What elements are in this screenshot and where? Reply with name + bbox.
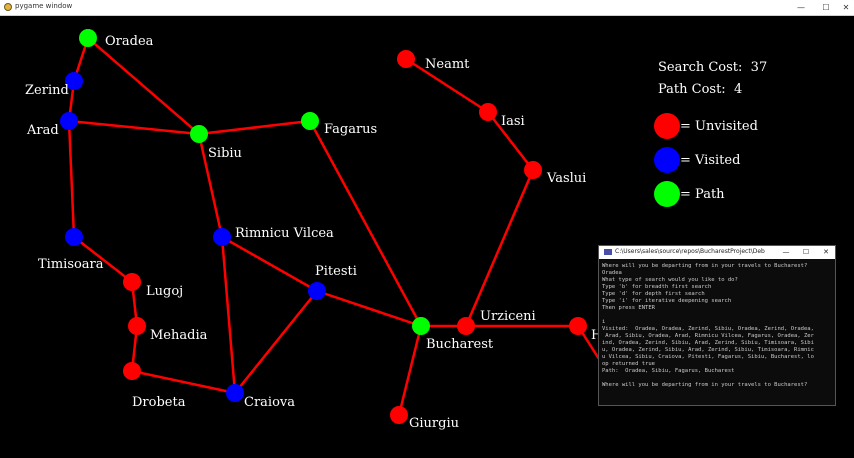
console-title: C:\Users\sales\source\repos\BucharestPro… (615, 248, 765, 255)
node-label-mehadia: Mehadia (150, 328, 208, 343)
console-line: u, Oradea, Zerind, Sibiu, Arad, Zerind, … (602, 347, 814, 353)
console-line: i (602, 319, 606, 325)
console-line: op returned true (602, 361, 655, 367)
node-oradea[interactable] (79, 29, 97, 47)
node-label-pitesti: Pitesti (315, 264, 357, 279)
node-arad[interactable] (60, 112, 78, 130)
node-label-lugoj: Lugoj (146, 284, 183, 299)
console-output[interactable]: Where will you be departing from in your… (602, 263, 834, 405)
console-window[interactable]: C:\Users\sales\source\repos\BucharestPro… (598, 245, 836, 406)
console-line: Arad, Sibiu, Oradea, Arad, Rimnicu Vilce… (602, 333, 814, 339)
edge-arad-timisoara (67, 120, 76, 238)
legend-path-label: = Path (680, 187, 725, 202)
node-label-oradea: Oradea (105, 34, 154, 49)
edge-urziceni-vaslui (464, 169, 535, 327)
legend-path-dot (654, 181, 680, 207)
node-label-neamt: Neamt (425, 57, 470, 72)
console-line: Path: Oradea, Sibiu, Fagarus, Bucharest (602, 368, 735, 374)
edge-sibiu-fagarus (198, 119, 311, 136)
close-button[interactable]: ✕ (832, 0, 854, 15)
console-line: Type 'i' for iterative deepening search (602, 298, 732, 304)
node-vaslui[interactable] (524, 161, 542, 179)
console-line: ind, Oradea, Zerind, Sibiu, Arad, Zerind… (602, 340, 814, 346)
node-label-rimnicu-vilcea: Rimnicu Vilcea (235, 226, 334, 241)
node-label-giurgiu: Giurgiu (409, 416, 459, 431)
console-minimize-button[interactable]: — (777, 246, 795, 259)
node-mehadia[interactable] (128, 317, 146, 335)
console-line: Then press ENTER (602, 305, 655, 311)
edge-bucharest-giurgiu (397, 325, 423, 416)
node-sibiu[interactable] (190, 125, 208, 143)
legend-visited-label: = Visited (680, 153, 741, 168)
edge-craiova-rimnicu-vilcea (220, 236, 237, 394)
console-titlebar: C:\Users\sales\source\repos\BucharestPro… (599, 246, 835, 259)
legend-unvisited-dot (654, 113, 680, 139)
node-neamt[interactable] (397, 50, 415, 68)
node-timisoara[interactable] (65, 228, 83, 246)
path-cost-readout: Path Cost: 4 (658, 82, 742, 97)
node-label-drobeta: Drobeta (132, 395, 186, 410)
node-label-arad: Arad (26, 123, 59, 138)
node-rimnicu-vilcea[interactable] (213, 228, 231, 246)
node-label-bucharest: Bucharest (426, 337, 494, 352)
node-label-sibiu: Sibiu (208, 146, 242, 161)
node-pitesti[interactable] (308, 282, 326, 300)
legend-visited-dot (654, 147, 680, 173)
node-giurgiu[interactable] (390, 406, 408, 424)
edge-drobeta-craiova (131, 369, 236, 395)
console-line: What type of search would you like to do… (602, 277, 738, 283)
search-cost-readout: Search Cost: 37 (658, 60, 767, 75)
search-cost-value: 37 (750, 60, 768, 75)
node-iasi[interactable] (479, 103, 497, 121)
node-label-urziceni: Urziceni (480, 309, 536, 324)
pygame-icon (4, 3, 12, 11)
console-line: Oradea (602, 270, 622, 276)
node-label-iasi: Iasi (501, 114, 525, 129)
window-title: pygame window (15, 2, 73, 10)
edge-rimnicu-vilcea-pitesti (221, 235, 318, 293)
node-bucharest[interactable] (412, 317, 430, 335)
path-cost-value: 4 (733, 82, 743, 97)
edge-arad-sibiu (68, 119, 200, 136)
node-fagarus[interactable] (301, 112, 319, 130)
node-craiova[interactable] (226, 384, 244, 402)
console-line: Where will you be departing from in your… (602, 263, 808, 269)
node-hirsova[interactable] (569, 317, 587, 335)
edge-craiova-pitesti (234, 290, 318, 394)
console-line: Type 'b' for breadth first search (602, 284, 712, 290)
node-label-craiova: Craiova (244, 395, 295, 410)
console-close-button[interactable]: ✕ (817, 246, 835, 259)
console-app-icon (604, 249, 612, 255)
minimize-button[interactable]: — (787, 0, 815, 15)
node-urziceni[interactable] (457, 317, 475, 335)
graph-edges (67, 37, 624, 416)
console-line: Visited: Oradea, Oradea, Zerind, Sibiu, … (602, 326, 814, 332)
path-cost-label: Path Cost: (658, 82, 726, 97)
console-maximize-button[interactable]: ☐ (797, 246, 815, 259)
node-label-fagarus: Fagarus (324, 122, 377, 137)
console-line: Type 'd' for depth first search (602, 291, 705, 297)
node-lugoj[interactable] (123, 273, 141, 291)
window-titlebar: pygame window — ☐ ✕ (0, 0, 854, 16)
legend-unvisited-label: = Unvisited (680, 119, 758, 134)
console-line: u Vilcea, Sibiu, Craiova, Pitesti, Fagar… (602, 354, 814, 360)
node-label-timisoara: Timisoara (38, 257, 104, 272)
node-drobeta[interactable] (123, 362, 141, 380)
node-label-vaslui: Vaslui (546, 171, 586, 186)
edge-oradea-sibiu (87, 37, 200, 135)
game-canvas: Oradea Zerind Arad Sibiu Fagarus Timisoara Lug… (0, 15, 854, 458)
search-cost-label: Search Cost: (658, 60, 743, 75)
graph-labels: Oradea Zerind Arad Sibiu Fagarus Timisoara Lug… (25, 34, 677, 431)
console-line: Where will you be departing from in your… (602, 382, 808, 388)
node-label-zerind: Zerind (25, 83, 69, 98)
